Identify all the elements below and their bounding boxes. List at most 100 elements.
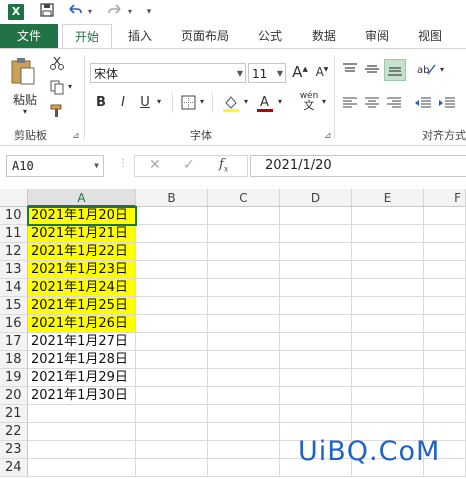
grid-cell[interactable]: [136, 207, 208, 225]
grid-cell[interactable]: 2021年1月23日: [28, 261, 136, 279]
column-header-e[interactable]: E: [352, 189, 424, 207]
undo-dropdown-icon[interactable]: ▾: [86, 3, 94, 21]
align-left-icon[interactable]: [342, 97, 358, 109]
grid-cell[interactable]: [136, 459, 208, 477]
insert-function-icon[interactable]: fx: [219, 157, 228, 174]
row-header[interactable]: 14: [0, 279, 28, 297]
grid-cell[interactable]: [208, 297, 280, 315]
paste-icon[interactable]: [8, 57, 38, 87]
grid-cell[interactable]: [280, 261, 352, 279]
grid-cell[interactable]: [352, 315, 424, 333]
grid-cell[interactable]: [280, 297, 352, 315]
grid-cell[interactable]: [208, 333, 280, 351]
grid-cell[interactable]: [28, 423, 136, 441]
save-icon[interactable]: [38, 3, 56, 21]
grid-cell[interactable]: 2021年1月21日: [28, 225, 136, 243]
italic-button[interactable]: I: [116, 95, 130, 110]
column-header-f[interactable]: F: [424, 189, 466, 207]
cancel-icon[interactable]: ✕: [149, 157, 161, 173]
grid-cell[interactable]: [280, 207, 352, 225]
grid-cell[interactable]: 2021年1月20日: [28, 207, 136, 225]
grid-cell[interactable]: [208, 387, 280, 405]
grid-cell[interactable]: [424, 351, 466, 369]
paste-dropdown-icon[interactable]: ▾: [20, 107, 30, 116]
grid-cell[interactable]: [28, 459, 136, 477]
enter-icon[interactable]: ✓: [183, 157, 195, 173]
grid-cell[interactable]: [352, 351, 424, 369]
grid-cell[interactable]: 2021年1月25日: [28, 297, 136, 315]
grid-cell[interactable]: [136, 261, 208, 279]
grid-cell[interactable]: [280, 333, 352, 351]
column-header-b[interactable]: B: [136, 189, 208, 207]
font-launcher-icon[interactable]: ⊿: [324, 131, 332, 141]
top-align-icon[interactable]: [342, 63, 358, 75]
grid-cell[interactable]: [136, 315, 208, 333]
font-color-dropdown-icon[interactable]: ▾: [276, 97, 284, 106]
decrease-indent-icon[interactable]: [414, 97, 432, 109]
grid-cell[interactable]: [208, 243, 280, 261]
grid-cell[interactable]: [280, 387, 352, 405]
row-header[interactable]: 15: [0, 297, 28, 315]
grid-cell[interactable]: [424, 243, 466, 261]
redo-dropdown-icon[interactable]: ▾: [126, 3, 134, 21]
grid-cell[interactable]: [352, 243, 424, 261]
copy-dropdown-icon[interactable]: ▾: [66, 82, 74, 91]
tab-file[interactable]: 文件: [0, 24, 58, 48]
redo-icon[interactable]: [106, 3, 124, 21]
grid-cell[interactable]: 2021年1月29日: [28, 369, 136, 387]
bold-button[interactable]: B: [94, 95, 108, 110]
grid-cell[interactable]: [424, 279, 466, 297]
tab-view[interactable]: 视图: [406, 24, 454, 48]
grid-cell[interactable]: [352, 261, 424, 279]
grid-cell[interactable]: [136, 225, 208, 243]
grid-cell[interactable]: 2021年1月22日: [28, 243, 136, 261]
grid-cell[interactable]: [208, 315, 280, 333]
bottom-align-icon[interactable]: [384, 59, 406, 81]
grid-cell[interactable]: [208, 207, 280, 225]
row-header[interactable]: 22: [0, 423, 28, 441]
grid-cell[interactable]: [280, 279, 352, 297]
middle-align-icon[interactable]: [364, 63, 380, 75]
grid-cell[interactable]: [352, 297, 424, 315]
clipboard-launcher-icon[interactable]: ⊿: [72, 131, 80, 141]
grid-cell[interactable]: [424, 405, 466, 423]
orientation-icon[interactable]: ab: [416, 61, 438, 77]
phonetic-dropdown-icon[interactable]: ▾: [320, 97, 328, 106]
tab-formulas[interactable]: 公式: [248, 24, 292, 48]
grid-cell[interactable]: [136, 441, 208, 459]
shrink-font-button[interactable]: A▼: [314, 65, 330, 79]
grid-cell[interactable]: [136, 279, 208, 297]
grid-cell[interactable]: [280, 369, 352, 387]
row-header[interactable]: 20: [0, 387, 28, 405]
grid-cell[interactable]: [208, 225, 280, 243]
row-header[interactable]: 19: [0, 369, 28, 387]
grid-cell[interactable]: [136, 423, 208, 441]
drag-handle-icon[interactable]: ⋮: [118, 159, 128, 169]
grid-cell[interactable]: [424, 333, 466, 351]
phonetic-guide-button[interactable]: wén 文: [298, 91, 320, 112]
grid-cell[interactable]: 2021年1月26日: [28, 315, 136, 333]
grid-cell[interactable]: [208, 459, 280, 477]
grid-cell[interactable]: [424, 315, 466, 333]
grid-cell[interactable]: [208, 405, 280, 423]
row-header[interactable]: 24: [0, 459, 28, 477]
paste-button[interactable]: 粘贴: [8, 91, 42, 108]
grid-cell[interactable]: 2021年1月24日: [28, 279, 136, 297]
grow-font-button[interactable]: A▲: [292, 63, 308, 81]
grid-cell[interactable]: [352, 333, 424, 351]
row-header[interactable]: 21: [0, 405, 28, 423]
grid-cell[interactable]: [352, 405, 424, 423]
grid-cell[interactable]: [136, 351, 208, 369]
row-header[interactable]: 13: [0, 261, 28, 279]
formula-input[interactable]: 2021/1/20: [250, 155, 466, 177]
orientation-dropdown-icon[interactable]: ▾: [438, 65, 446, 74]
grid-cell[interactable]: [28, 441, 136, 459]
grid-cell[interactable]: [208, 351, 280, 369]
row-header[interactable]: 11: [0, 225, 28, 243]
grid-cell[interactable]: [136, 369, 208, 387]
grid-cell[interactable]: [208, 369, 280, 387]
grid-cell[interactable]: [208, 423, 280, 441]
row-header[interactable]: 18: [0, 351, 28, 369]
grid-cell[interactable]: [352, 387, 424, 405]
grid-cell[interactable]: [424, 225, 466, 243]
